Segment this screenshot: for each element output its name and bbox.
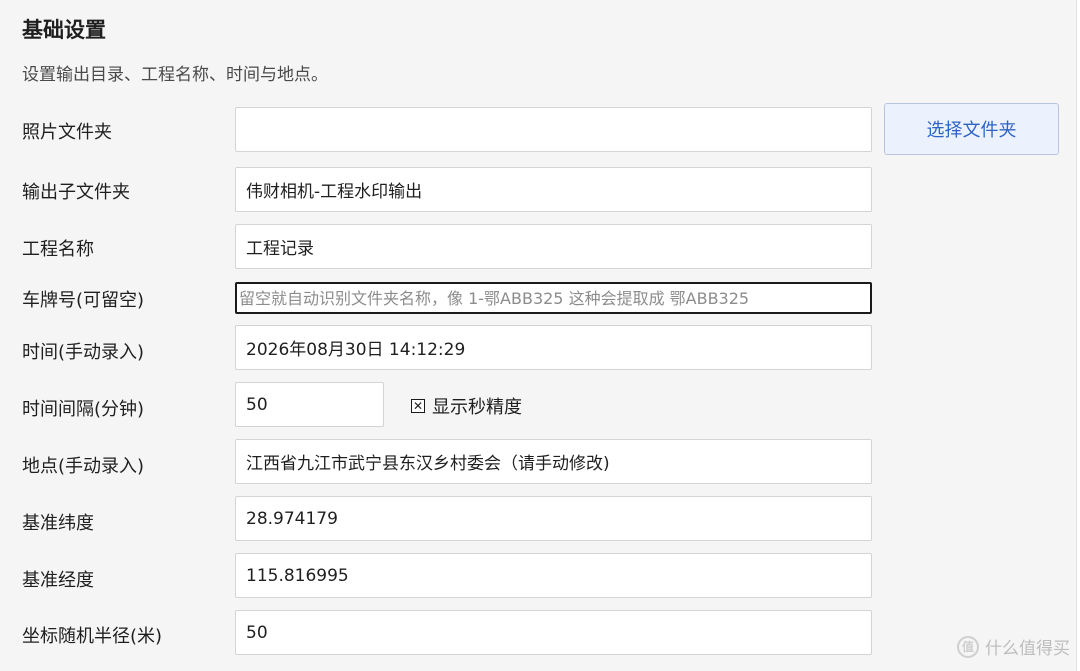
- location-input[interactable]: [235, 439, 872, 484]
- output-subfolder-input[interactable]: [235, 167, 872, 212]
- show-seconds-checkbox[interactable]: ✕: [411, 399, 425, 413]
- section-title: 基础设置: [22, 18, 106, 42]
- radius-input[interactable]: [235, 610, 872, 655]
- time-label: 时间(手动录入): [22, 342, 145, 363]
- zhi-logo-icon: 值: [957, 635, 979, 658]
- interval-label: 时间间隔(分钟): [22, 399, 145, 420]
- show-seconds-toggle[interactable]: ✕ 显示秒精度: [411, 393, 522, 419]
- project-name-label: 工程名称: [22, 239, 94, 260]
- section-description: 设置输出目录、工程名称、时间与地点。: [22, 65, 328, 85]
- output-subfolder-label: 输出子文件夹: [22, 182, 130, 203]
- project-name-input[interactable]: [235, 224, 872, 269]
- show-seconds-label: 显示秒精度: [432, 397, 522, 418]
- latitude-label: 基准纬度: [22, 513, 94, 534]
- time-input[interactable]: [235, 325, 872, 370]
- longitude-label: 基准经度: [22, 570, 94, 591]
- plate-number-input[interactable]: [235, 282, 872, 314]
- interval-input[interactable]: [235, 382, 384, 427]
- plate-number-label: 车牌号(可留空): [22, 290, 145, 311]
- photo-folder-input[interactable]: [235, 107, 872, 152]
- location-label: 地点(手动录入): [22, 456, 145, 477]
- basic-settings-panel: 基础设置 设置输出目录、工程名称、时间与地点。 照片文件夹 选择文件夹 输出子文…: [0, 0, 1077, 671]
- radius-label: 坐标随机半径(米): [22, 626, 163, 647]
- site-watermark: 值 什么值得买: [957, 634, 1070, 659]
- latitude-input[interactable]: [235, 496, 872, 541]
- select-folder-button[interactable]: 选择文件夹: [884, 103, 1059, 155]
- photo-folder-label: 照片文件夹: [22, 122, 112, 143]
- longitude-input[interactable]: [235, 553, 872, 598]
- watermark-text: 什么值得买: [985, 639, 1070, 659]
